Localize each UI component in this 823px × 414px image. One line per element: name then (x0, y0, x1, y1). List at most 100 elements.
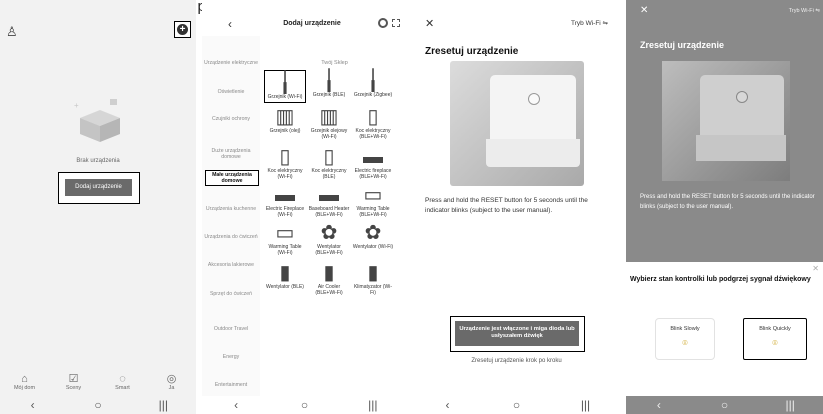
product-item[interactable]: ╽ Grzejnik (BLE) (308, 70, 350, 99)
profile-tab-icon: ◎ (166, 373, 177, 385)
nav-back-button[interactable]: ‹ (649, 398, 669, 412)
close-icon[interactable]: ✕ (640, 5, 648, 16)
product-label: Wentylator (BLE) (266, 284, 304, 290)
reset-device-sheet-screen: ✕ Tryb Wi-Fi ⇋ Zresetuj urządzenie Press… (626, 0, 823, 414)
plus-icon: + (177, 24, 188, 35)
tab-smart[interactable]: ◌ Smart (98, 373, 147, 391)
category-item[interactable]: Urządzenie elektryczne (202, 60, 260, 66)
option-blink-slowly[interactable]: Blink Slowly ⌾ (655, 318, 715, 360)
device-illustration (662, 61, 790, 181)
nav-recents-button[interactable]: ||| (153, 398, 173, 412)
product-image: ▯ (323, 146, 335, 168)
product-label: Koc elektryczny (BLE+Wi-Fi) (355, 128, 391, 140)
product-image: ▬ (275, 184, 295, 206)
product-label: Koc elektryczny (BLE) (311, 168, 347, 180)
add-device-button[interactable]: Dodaj urządzenie (65, 179, 132, 196)
product-item[interactable]: ╽ Grzejnik (Zigbee) (352, 70, 394, 99)
category-item[interactable]: Oświetlenie (202, 89, 260, 95)
nav-back-button[interactable]: ‹ (23, 398, 43, 412)
product-label: Baseboard Heater (BLE+Wi-Fi) (308, 206, 350, 218)
product-item[interactable]: ▭ Warming Table (BLE+Wi-Fi) (352, 184, 394, 218)
nav-recents-button[interactable]: ||| (780, 398, 800, 412)
product-item[interactable]: ▬ Electric Fireplace (Wi-Fi) (264, 184, 306, 218)
category-item[interactable]: Duże urządzenia domowe (202, 148, 260, 160)
tab-me-label: Ja (168, 385, 175, 391)
nav-home-button[interactable]: ○ (294, 398, 314, 412)
product-item[interactable]: ▥ Grzejnik (olej) (264, 106, 306, 135)
add-device-highlight: Dodaj urządzenie (58, 172, 140, 204)
nav-back-button[interactable]: ‹ (226, 398, 246, 412)
confirm-button[interactable]: Urządzenie jest włączone i miga dioda lu… (455, 321, 579, 346)
nav-back-button[interactable]: ‹ (438, 398, 458, 412)
nav-recents-button[interactable]: ||| (363, 398, 383, 412)
bulb-icon: ⌾ (772, 338, 778, 348)
category-item[interactable]: Outdoor Travel (202, 326, 260, 332)
product-image: ✿ (364, 222, 382, 244)
nav-home-button[interactable]: ○ (714, 398, 734, 412)
product-label: Koc elektryczny (Wi-Fi) (267, 168, 303, 180)
product-label: Wentylator (BLE+Wi-Fi) (315, 244, 343, 256)
product-item[interactable]: ✿ Wentylator (Wi-Fi) (352, 222, 394, 251)
product-image: ╽ (278, 72, 292, 94)
product-label: Air Cooler (BLE+Wi-Fi) (315, 284, 343, 296)
add-device-plus-button[interactable]: + (174, 21, 191, 38)
category-item-selected[interactable]: Małe urządzenia domowe (205, 170, 259, 186)
product-item[interactable]: ▮ Klimatyzator (Wi-Fi) (352, 262, 394, 296)
tab-scenes[interactable]: ☑ Sceny (49, 373, 98, 391)
category-item[interactable]: Urządzenia kuchenne (202, 206, 260, 212)
product-label: Warming Table (BLE+Wi-Fi) (356, 206, 390, 218)
category-item[interactable]: Akcesoria lakierowe (202, 262, 260, 268)
product-label: Electric fireplace (BLE+Wi-Fi) (354, 168, 392, 180)
scan-qr-icon[interactable] (392, 19, 400, 27)
option-label: Blink Quickly (759, 326, 791, 332)
wifi-mode-toggle[interactable]: Tryb Wi-Fi ⇋ (571, 19, 608, 27)
section-title: Twój Sklep (321, 60, 348, 66)
tab-scenes-label: Sceny (65, 385, 82, 391)
product-item[interactable]: ▮ Wentylator (BLE) (264, 262, 306, 291)
product-item[interactable]: ▬ Electric fireplace (BLE+Wi-Fi) (352, 146, 394, 180)
page-title: Dodaj urządzenie (283, 20, 341, 27)
product-item[interactable]: ✿ Wentylator (BLE+Wi-Fi) (308, 222, 350, 256)
product-item[interactable]: ▥ Grzejnik olejowy (Wi-Fi) (308, 106, 350, 140)
category-sidebar: Urządzenie elektryczne Oświetlenie Czujn… (202, 36, 260, 396)
page-title: Zresetuj urządzenie (640, 40, 725, 50)
product-item[interactable]: ╽ Grzejnik (Wi-Fi) (264, 70, 306, 103)
product-item[interactable]: ▮ Air Cooler (BLE+Wi-Fi) (308, 262, 350, 296)
back-arrow-icon[interactable]: ‹ (228, 17, 232, 31)
wifi-mode-toggle[interactable]: Tryb Wi-Fi ⇋ (789, 8, 820, 14)
indicator-bottom-sheet: ✕ Wybierz stan kontrolki lub podgrzej sy… (626, 262, 823, 396)
product-item[interactable]: ▯ Koc elektryczny (BLE+Wi-Fi) (352, 106, 394, 140)
product-item[interactable]: ▯ Koc elektryczny (Wi-Fi) (264, 146, 306, 180)
profile-icon[interactable]: ♙ (6, 24, 18, 40)
sheet-close-icon[interactable]: ✕ (812, 264, 819, 273)
product-image: ▭ (363, 184, 383, 206)
close-icon[interactable]: ✕ (425, 17, 434, 30)
product-item[interactable]: ▬ Baseboard Heater (BLE+Wi-Fi) (308, 184, 350, 218)
nav-recents-button[interactable]: ||| (576, 398, 596, 412)
product-label: Wentylator (Wi-Fi) (352, 244, 394, 250)
page-title: Zresetuj urządzenie (425, 46, 519, 57)
system-nav-bar: ‹ ○ ||| (413, 396, 620, 414)
product-image: ▬ (363, 146, 383, 168)
empty-box-illustration: + (74, 99, 120, 142)
option-blink-quickly[interactable]: Blink Quickly ⌾ (743, 318, 807, 360)
category-item[interactable]: Urządzenia do ćwiczeń (202, 234, 260, 240)
svg-text:+: + (74, 101, 79, 110)
product-image: ▥ (319, 106, 339, 128)
category-item[interactable]: Sprzęt do ćwiczeń (202, 291, 260, 297)
tab-home[interactable]: ⌂ Mój dom (0, 373, 49, 391)
nav-home-button[interactable]: ○ (507, 398, 527, 412)
product-image: ▥ (275, 106, 295, 128)
product-item[interactable]: ▯ Koc elektryczny (BLE) (308, 146, 350, 180)
category-item[interactable]: Energy (202, 354, 260, 360)
nav-home-button[interactable]: ○ (88, 398, 108, 412)
auto-scan-icon[interactable] (378, 18, 388, 28)
system-nav-bar: ‹ ○ ||| (626, 396, 823, 414)
category-item[interactable]: Entertainment (202, 382, 260, 388)
category-item[interactable]: Czujniki ochrony (202, 116, 260, 122)
step-by-step-link[interactable]: Zresetuj urządzenie krok po kroku (413, 358, 620, 364)
tab-me[interactable]: ◎ Ja (147, 373, 196, 391)
product-item[interactable]: ▭ Warming Table (Wi-Fi) (264, 222, 306, 256)
product-image: ▮ (323, 262, 335, 284)
product-label: Grzejnik olejowy (Wi-Fi) (310, 128, 348, 140)
